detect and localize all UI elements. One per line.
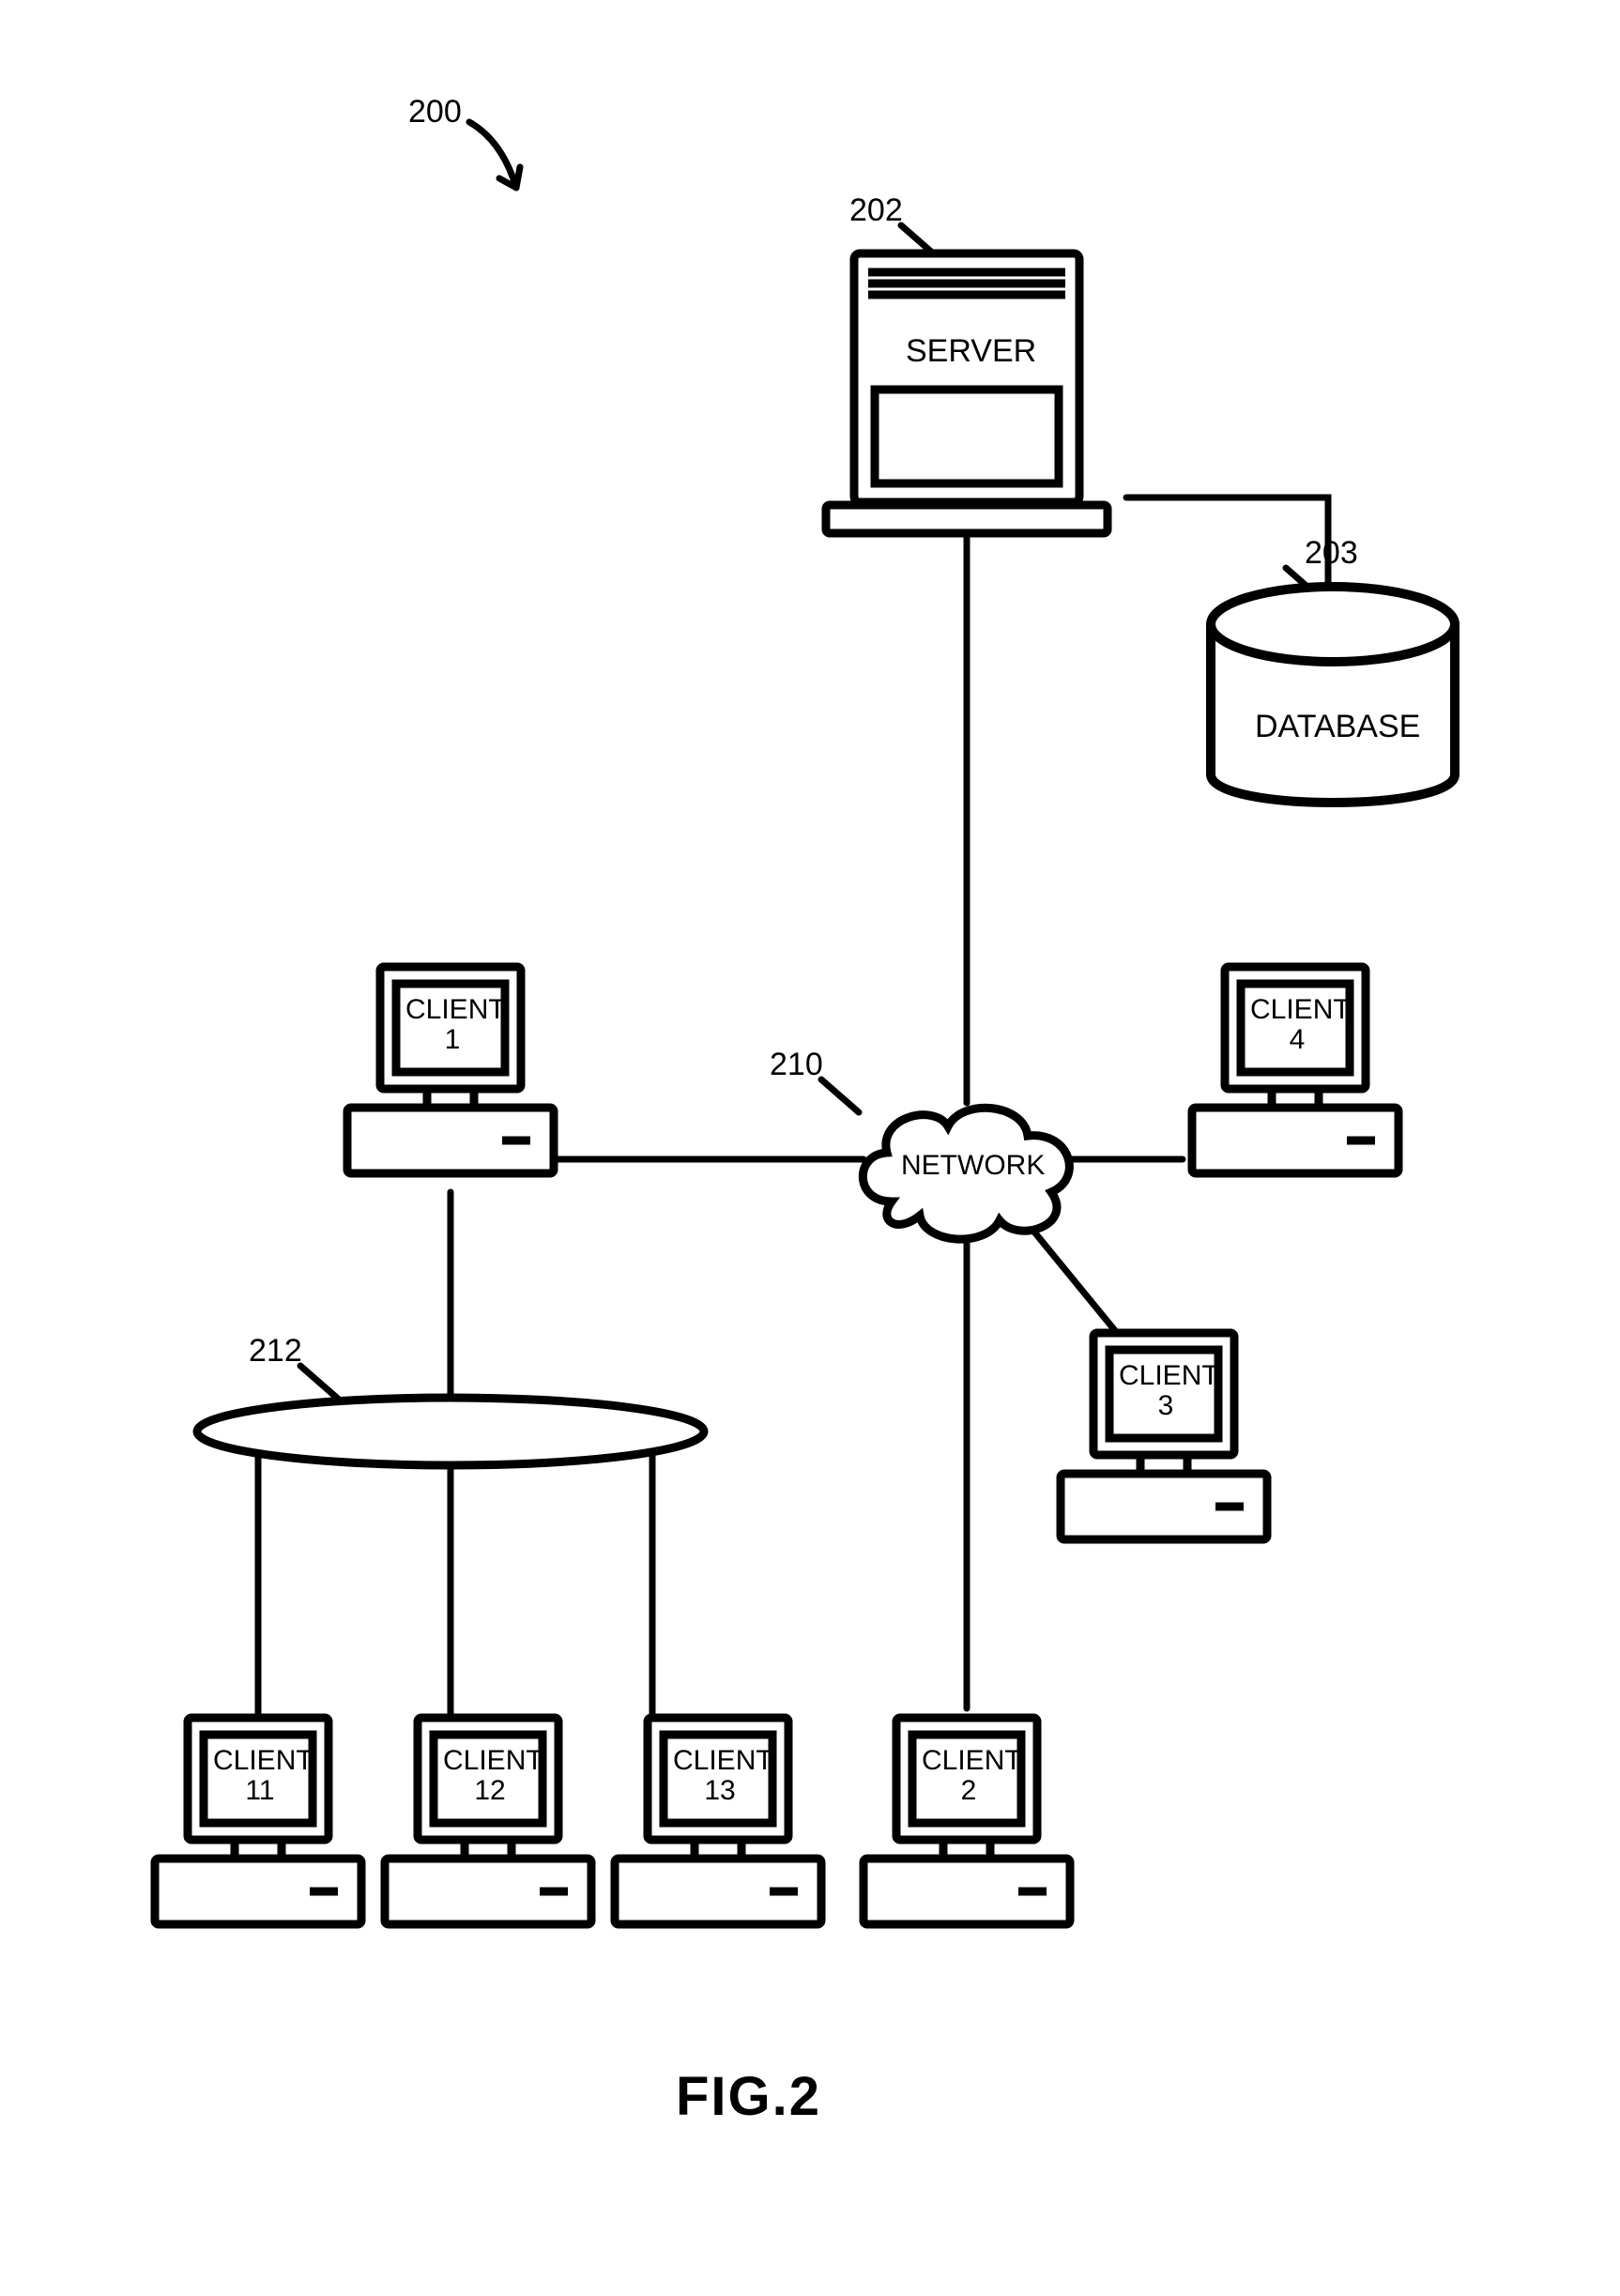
ref-212: 212: [249, 1333, 302, 1370]
client-2-node: [854, 1708, 1079, 1943]
figure-canvas: 200 202 203 210 212 SERVER DATABASE NETW…: [0, 0, 1620, 2296]
database-label: DATABASE: [1255, 709, 1420, 745]
client-3-node: [1051, 1324, 1276, 1558]
client-4-label: CLIENT 4: [1250, 995, 1344, 1054]
server-label: SERVER: [906, 333, 1036, 370]
ref-200: 200: [408, 94, 462, 130]
client-2-label: CLIENT 2: [922, 1746, 1016, 1805]
client-13-label: CLIENT 13: [673, 1746, 767, 1805]
client-11-node: [145, 1708, 371, 1943]
client-4-node: [1183, 957, 1408, 1192]
client-11-label: CLIENT 11: [213, 1746, 307, 1805]
network-label: NETWORK: [901, 1150, 1045, 1182]
ref-202: 202: [849, 192, 903, 229]
figure-caption: FIG.2: [676, 2065, 821, 2128]
client-1-node: [338, 957, 563, 1192]
server-node: [817, 225, 1117, 554]
client-3-label: CLIENT 3: [1119, 1361, 1213, 1420]
client-13-node: [605, 1708, 831, 1943]
ref-210: 210: [770, 1047, 823, 1083]
client-12-label: CLIENT 12: [443, 1746, 537, 1805]
ref-203: 203: [1305, 535, 1358, 572]
database-node: [1192, 573, 1474, 835]
client-12-node: [375, 1708, 601, 1943]
bus-ellipse: [188, 1389, 713, 1474]
client-1-label: CLIENT 1: [405, 995, 499, 1054]
